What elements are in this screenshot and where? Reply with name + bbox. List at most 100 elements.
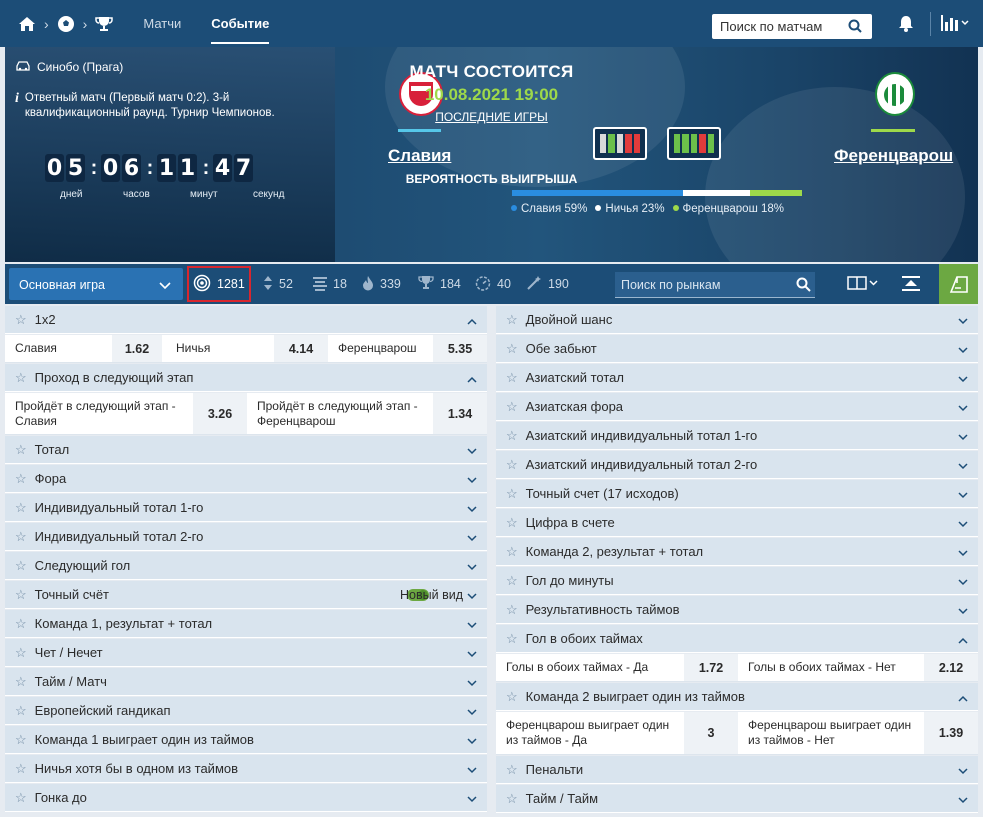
team2-name[interactable]: Ференцварош [834,146,953,166]
market-header-team2-wins-a-half[interactable]: ☆ Команда 2 выиграет один из таймов [496,683,978,711]
market-header[interactable]: ☆ Чет / Нечет [5,639,487,667]
star-icon[interactable]: ☆ [15,370,27,386]
filter-time[interactable]: 40 [475,264,511,304]
star-icon[interactable]: ☆ [506,399,518,415]
market-header[interactable]: ☆ Результативность таймов [496,596,978,624]
market-header[interactable]: ☆ Команда 1, результат + тотал [5,610,487,638]
chevron-down-icon [958,371,968,386]
star-icon[interactable]: ☆ [506,544,518,560]
tab-event[interactable]: Событие [211,16,270,44]
star-icon[interactable]: ☆ [506,602,518,618]
market-search-input[interactable]: Поиск по рынкам [615,272,815,298]
market-header[interactable]: ☆ Индивидуальный тотал 1-го [5,494,487,522]
star-icon[interactable]: ☆ [15,587,27,603]
match-search-input[interactable]: Поиск по матчам [712,14,872,39]
filter-combos[interactable]: 190 [526,264,569,304]
odds-button[interactable]: 4.14 [274,335,328,362]
star-icon[interactable]: ☆ [506,457,518,473]
odds-button[interactable]: 1.62 [112,335,162,362]
odds-button[interactable]: 2.12 [924,654,978,681]
market-header-goal-both-halves[interactable]: ☆ Гол в обоих таймах [496,625,978,653]
star-icon[interactable]: ☆ [15,703,27,719]
market-header[interactable]: ☆ Тайм / Тайм [496,785,978,813]
market-header[interactable]: ☆ Фора [5,465,487,493]
market-header[interactable]: ☆ Цифра в счете [496,509,978,537]
market-header[interactable]: ☆ Индивидуальный тотал 2-го [5,523,487,551]
bell-icon[interactable] [898,15,914,35]
market-header[interactable]: ☆ Азиатский тотал [496,364,978,392]
filter-all-markets[interactable]: 1281 [187,266,251,302]
star-icon[interactable]: ☆ [506,689,518,705]
star-icon[interactable]: ☆ [506,573,518,589]
market-header[interactable]: ☆ Точный счёт Новый вид [5,581,487,609]
star-icon[interactable]: ☆ [15,558,27,574]
market-header[interactable]: ☆ Двойной шанс [496,306,978,334]
trophy-icon[interactable] [95,16,114,32]
search-icon[interactable] [796,277,811,295]
star-icon[interactable]: ☆ [15,529,27,545]
market-header[interactable]: ☆ Команда 1 выиграет один из таймов [5,726,487,754]
odds-button[interactable]: 5.35 [433,335,487,362]
home-icon[interactable] [18,16,36,32]
market-header[interactable]: ☆ Команда 2, результат + тотал [496,538,978,566]
field-view-button[interactable] [939,264,978,304]
star-icon[interactable]: ☆ [15,732,27,748]
star-icon[interactable]: ☆ [506,428,518,444]
market-header[interactable]: ☆ Гол до минуты [496,567,978,595]
star-icon[interactable]: ☆ [15,442,27,458]
star-icon[interactable]: ☆ [506,791,518,807]
star-icon[interactable]: ☆ [506,312,518,328]
filter-popular[interactable]: 339 [362,264,401,304]
market-header-next-stage[interactable]: ☆ Проход в следующий этап [5,364,487,392]
odds-button[interactable]: 3.26 [193,393,247,434]
star-icon[interactable]: ☆ [15,761,27,777]
market-header[interactable]: ☆ Азиатский индивидуальный тотал 2-го [496,451,978,479]
star-icon[interactable]: ☆ [506,762,518,778]
game-type-select[interactable]: Основная игра [9,268,183,300]
market-header[interactable]: ☆ Следующий гол [5,552,487,580]
odds-button[interactable]: 1.72 [684,654,738,681]
market-header[interactable]: ☆ Азиатский индивидуальный тотал 1-го [496,422,978,450]
market-header-1x2[interactable]: ☆ 1х2 [5,306,487,334]
star-icon[interactable]: ☆ [506,631,518,647]
market-header[interactable]: ☆ Точный счет (17 исходов) [496,480,978,508]
star-icon[interactable]: ☆ [506,370,518,386]
last-games-link[interactable]: ПОСЛЕДНИЕ ИГРЫ [5,110,978,124]
star-icon[interactable]: ☆ [506,341,518,357]
star-icon[interactable]: ☆ [506,515,518,531]
market-header[interactable]: ☆ Европейский гандикап [5,697,487,725]
statistics-icon[interactable] [940,14,970,35]
soccer-ball-icon[interactable] [57,15,75,33]
market-header[interactable]: ☆ Гонка до [5,784,487,812]
collapse-all-icon[interactable] [901,275,921,296]
filter-stats[interactable]: 18 [313,264,347,304]
star-icon[interactable]: ☆ [15,674,27,690]
odds-button[interactable]: 1.34 [433,393,487,434]
team1-form[interactable] [593,127,647,160]
tab-matches[interactable]: Матчи [143,16,181,31]
filter-special[interactable]: 184 [418,264,461,304]
star-icon[interactable]: ☆ [15,500,27,516]
market-header[interactable]: ☆ Тотал [5,436,487,464]
team1-name[interactable]: Славия [388,146,451,166]
star-icon[interactable]: ☆ [15,312,27,328]
star-icon[interactable]: ☆ [15,645,27,661]
layout-columns-icon[interactable] [847,276,879,293]
market-header[interactable]: ☆ Ничья хотя бы в одном из таймов [5,755,487,783]
market-header[interactable]: ☆ Азиатская фора [496,393,978,421]
star-icon[interactable]: ☆ [15,471,27,487]
odds-button[interactable]: 3 [684,712,738,754]
filter-totals[interactable]: 52 [263,264,293,304]
market-header[interactable]: ☆ Тайм / Матч [5,668,487,696]
star-icon[interactable]: ☆ [15,616,27,632]
market-header[interactable]: ☆ Обе забьют [496,335,978,363]
market-header[interactable]: ☆ Пенальти [496,756,978,784]
team2-form[interactable] [667,127,721,160]
star-icon[interactable]: ☆ [506,486,518,502]
market-title: Тайм / Тайм [525,791,599,806]
search-icon[interactable] [848,19,862,36]
markets-right-column: ☆ Двойной шанс ☆ Обе забьют ☆ Азиатский тотал… [496,306,978,814]
star-icon[interactable]: ☆ [15,790,27,806]
countdown-label-hours: часов [123,189,150,200]
odds-button[interactable]: 1.39 [924,712,978,754]
